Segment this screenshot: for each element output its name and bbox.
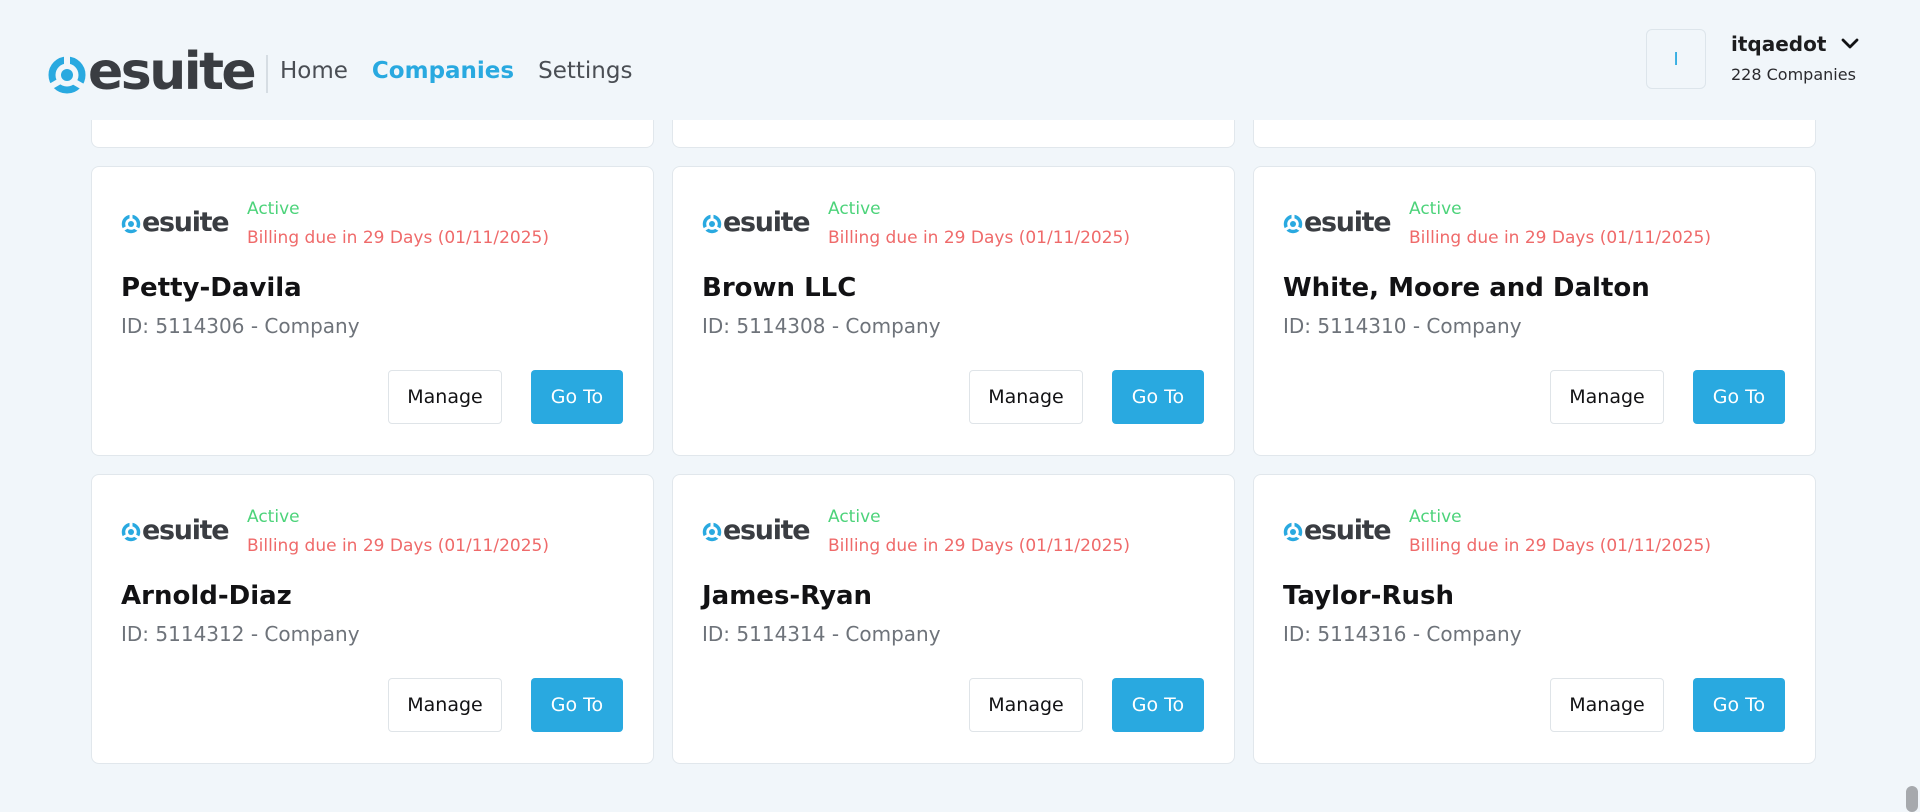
scrollbar-track[interactable] [1900, 0, 1920, 812]
company-card: esuite Active Billing due in 29 Days (01… [91, 166, 654, 456]
company-card: esuite Active Billing due in 29 Days (01… [91, 474, 654, 764]
esuite-logo-icon [1283, 522, 1303, 542]
go-to-button[interactable]: Go To [531, 678, 623, 732]
manage-button[interactable]: Manage [1550, 370, 1664, 424]
manage-button[interactable]: Manage [388, 370, 502, 424]
esuite-logo-icon [121, 214, 141, 234]
company-name: Arnold-Diaz [121, 581, 292, 611]
user-menu-toggle[interactable]: itqaedot [1731, 32, 1860, 56]
user-name: itqaedot [1731, 32, 1827, 56]
company-name: Petty-Davila [121, 273, 302, 303]
nav-companies[interactable]: Companies [372, 58, 514, 84]
status-badge: Active [1409, 507, 1462, 527]
esuite-logo-icon [48, 55, 86, 94]
manage-button[interactable]: Manage [969, 370, 1083, 424]
status-badge: Active [828, 507, 881, 527]
company-card: esuite Active Billing due in 29 Days (01… [1253, 166, 1816, 456]
manage-button[interactable]: Manage [969, 678, 1083, 732]
status-badge: Active [247, 507, 300, 527]
scrollbar-thumb[interactable] [1906, 786, 1918, 812]
billing-notice: Billing due in 29 Days (01/11/2025) [247, 228, 549, 248]
app-logo[interactable]: esuite [47, 46, 257, 98]
esuite-logo-icon [702, 214, 722, 234]
go-to-button[interactable]: Go To [531, 370, 623, 424]
billing-notice: Billing due in 29 Days (01/11/2025) [1409, 536, 1711, 556]
brand-text: esuite [1304, 207, 1392, 238]
brand-text: esuite [142, 515, 230, 546]
company-name: James-Ryan [702, 581, 873, 611]
brand-text: esuite [88, 42, 257, 102]
billing-notice: Billing due in 29 Days (01/11/2025) [828, 536, 1130, 556]
company-id: ID: 5114306 - Company [121, 314, 360, 338]
go-to-button[interactable]: Go To [1112, 370, 1204, 424]
billing-notice: Billing due in 29 Days (01/11/2025) [828, 228, 1130, 248]
manage-button[interactable]: Manage [388, 678, 502, 732]
company-name: White, Moore and Dalton [1283, 273, 1650, 303]
company-logo: esuite [702, 515, 811, 546]
nav-divider [266, 55, 268, 93]
billing-notice: Billing due in 29 Days (01/11/2025) [1409, 228, 1711, 248]
chevron-down-icon [1842, 38, 1859, 49]
company-card: esuite Active Billing due in 29 Days (01… [1253, 474, 1816, 764]
company-name: Brown LLC [702, 273, 857, 303]
go-to-button[interactable]: Go To [1693, 678, 1785, 732]
brand-text: esuite [723, 515, 811, 546]
company-card: esuite Active Billing due in 29 Days (01… [672, 474, 1235, 764]
company-id: ID: 5114310 - Company [1283, 314, 1522, 338]
esuite-logo-icon [121, 522, 141, 542]
company-name: Taylor-Rush [1283, 581, 1454, 611]
top-header: esuite Home Companies Settings I itqaedo… [0, 0, 1900, 120]
main-nav: Home Companies Settings [280, 58, 632, 84]
brand-text: esuite [1304, 515, 1392, 546]
nav-settings[interactable]: Settings [538, 58, 632, 84]
go-to-button[interactable]: Go To [1112, 678, 1204, 732]
company-logo: esuite [1283, 207, 1392, 238]
esuite-logo-icon [1283, 214, 1303, 234]
avatar[interactable]: I [1646, 29, 1706, 89]
billing-notice: Billing due in 29 Days (01/11/2025) [247, 536, 549, 556]
company-logo: esuite [121, 207, 230, 238]
brand-text: esuite [723, 207, 811, 238]
companies-count: 228 Companies [1731, 65, 1856, 84]
status-badge: Active [247, 199, 300, 219]
manage-button[interactable]: Manage [1550, 678, 1664, 732]
companies-grid: esuite Active Billing due in 29 Days (01… [0, 0, 1900, 812]
company-card: esuite Active Billing due in 29 Days (01… [672, 166, 1235, 456]
company-id: ID: 5114314 - Company [702, 622, 941, 646]
company-id: ID: 5114316 - Company [1283, 622, 1522, 646]
company-logo: esuite [702, 207, 811, 238]
nav-home[interactable]: Home [280, 58, 348, 84]
esuite-logo-icon [702, 522, 722, 542]
company-logo: esuite [1283, 515, 1392, 546]
brand-text: esuite [142, 207, 230, 238]
go-to-button[interactable]: Go To [1693, 370, 1785, 424]
company-id: ID: 5114312 - Company [121, 622, 360, 646]
company-logo: esuite [121, 515, 230, 546]
status-badge: Active [1409, 199, 1462, 219]
company-id: ID: 5114308 - Company [702, 314, 941, 338]
status-badge: Active [828, 199, 881, 219]
